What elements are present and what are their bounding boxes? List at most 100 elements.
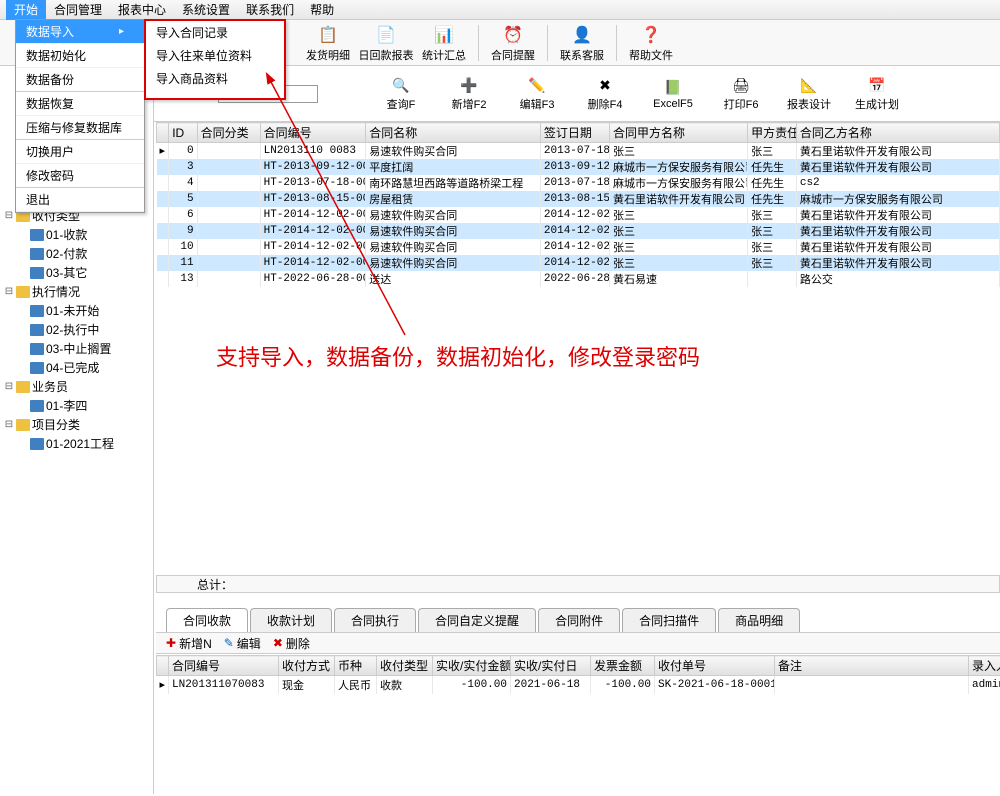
tree-item-4[interactable]: 03-其它 (2, 263, 151, 282)
toolbar-btn-1[interactable]: 📄日回款报表 (358, 22, 414, 64)
search-btn-2[interactable]: ✏️编辑F3 (506, 76, 568, 112)
detail-tab-1[interactable]: 收款计划 (250, 608, 332, 632)
dropdown-item-5[interactable]: 切换用户 (16, 140, 144, 164)
detail-toolbar: ✚新增N ✎编辑 ✖删除 (156, 632, 1000, 654)
dropdown-item-2[interactable]: 数据备份 (16, 68, 144, 92)
search-btn-icon: 📅 (867, 76, 887, 96)
detail-tab-3[interactable]: 合同自定义提醒 (418, 608, 536, 632)
tree-item-6[interactable]: 01-未开始 (2, 301, 151, 320)
detail-tab-4[interactable]: 合同附件 (538, 608, 620, 632)
toolbar-btn-4[interactable]: 👤联系客服 (554, 22, 610, 64)
grid-header[interactable]: 合同甲方名称 (609, 123, 747, 143)
grid-row[interactable]: ▸0LN2013110 0083易速软件购买合同2013-07-18张三张三黄石… (157, 143, 1000, 160)
grid-header[interactable]: 合同编号 (260, 123, 366, 143)
lgrid-header[interactable]: 发票金额 (591, 656, 655, 676)
lgrid-header[interactable]: 实收/实付金额 (433, 656, 511, 676)
toolbar-btn-0[interactable]: 📋发货明细 (300, 22, 356, 64)
search-btn-icon: ✖ (595, 76, 615, 96)
lgrid-header[interactable]: 合同编号 (169, 656, 279, 676)
payment-grid[interactable]: 合同编号收付方式币种收付类型实收/实付金额实收/实付日发票金额收付单号备注录入人… (156, 655, 1000, 694)
grid-header[interactable]: 合同名称 (366, 123, 541, 143)
detail-tb-btn-0[interactable]: ✚新增N (166, 635, 212, 652)
grid-row[interactable]: 6HT-2014-12-02-0001易速软件购买合同2014-12-02张三张… (157, 207, 1000, 223)
tree-item-13[interactable]: 01-2021工程 (2, 434, 151, 453)
toolbar-btn-5[interactable]: ❓帮助文件 (623, 22, 679, 64)
dropdown-item-3[interactable]: 数据恢复 (16, 92, 144, 116)
lgrid-header[interactable]: 收付类型 (377, 656, 433, 676)
dropdown-item-6[interactable]: 修改密码 (16, 164, 144, 188)
lgrid-header[interactable]: 录入人 (969, 656, 1000, 676)
menu-3[interactable]: 系统设置 (174, 0, 238, 20)
lgrid-header[interactable]: 备注 (775, 656, 969, 676)
detail-tabs: 合同收款收款计划合同执行合同自定义提醒合同附件合同扫描件商品明细 (156, 610, 1000, 632)
search-btn-5[interactable]: 🖨打印F6 (710, 76, 772, 112)
dropdown-item-0[interactable]: 数据导入 (16, 20, 144, 44)
detail-tab-0[interactable]: 合同收款 (166, 608, 248, 632)
grid-row[interactable]: 5HT-2013-08-15-0001房屋租赁2013-08-15黄石里诺软件开… (157, 191, 1000, 207)
grid-row[interactable]: 11HT-2014-12-02-0006易速软件购买合同2014-12-02张三… (157, 255, 1000, 271)
search-btn-4[interactable]: 📗ExcelF5 (642, 78, 704, 110)
menu-2[interactable]: 报表中心 (110, 0, 174, 20)
detail-tab-5[interactable]: 合同扫描件 (622, 608, 716, 632)
sub-dropdown-item-0[interactable]: 导入合同记录 (146, 21, 284, 44)
lgrid-header[interactable]: 收付单号 (655, 656, 775, 676)
tree-item-12[interactable]: ⊟项目分类 (2, 415, 151, 434)
sub-dropdown-item-1[interactable]: 导入往来单位资料 (146, 44, 284, 67)
toolbar-btn-3[interactable]: ⏰合同提醒 (485, 22, 541, 64)
toolbar-icon: 👤 (570, 23, 594, 47)
toolbar-icon: 📊 (432, 23, 456, 47)
grid-header[interactable]: 合同分类 (197, 123, 260, 143)
sub-dropdown-item-2[interactable]: 导入商品资料 (146, 67, 284, 90)
lgrid-header[interactable]: 币种 (335, 656, 377, 676)
search-btn-icon: ✏️ (527, 76, 547, 96)
contract-grid[interactable]: ID合同分类合同编号合同名称签订日期合同甲方名称甲方责任人合同乙方名称▸0LN2… (156, 122, 1000, 287)
tree-item-10[interactable]: ⊟业务员 (2, 377, 151, 396)
grid-row[interactable]: 3HT-2013-09-12-0001平度扛阔2013-09-12麻城市一方保安… (157, 159, 1000, 175)
grid-header[interactable]: 甲方责任人 (748, 123, 797, 143)
lgrid-header[interactable]: 收付方式 (279, 656, 335, 676)
search-btn-1[interactable]: ➕新增F2 (438, 76, 500, 112)
detail-tab-6[interactable]: 商品明细 (718, 608, 800, 632)
search-btn-7[interactable]: 📅生成计划 (846, 76, 908, 112)
detail-tab-2[interactable]: 合同执行 (334, 608, 416, 632)
tree-item-8[interactable]: 03-中止搁置 (2, 339, 151, 358)
tree-item-9[interactable]: 04-已完成 (2, 358, 151, 377)
dropdown-item-4[interactable]: 压缩与修复数据库 (16, 116, 144, 140)
grid-header[interactable]: 签订日期 (540, 123, 609, 143)
menu-5[interactable]: 帮助 (302, 0, 342, 20)
grid-header[interactable]: ID (169, 123, 197, 143)
grid-row[interactable]: 9HT-2014-12-02-0004易速软件购买合同2014-12-02张三张… (157, 223, 1000, 239)
dropdown-item-7[interactable]: 退出 (16, 188, 144, 212)
main-grid-area: ID合同分类合同编号合同名称签订日期合同甲方名称甲方责任人合同乙方名称▸0LN2… (156, 122, 1000, 572)
start-dropdown: 数据导入数据初始化数据备份数据恢复压缩与修复数据库切换用户修改密码退出 (15, 19, 145, 213)
dropdown-item-1[interactable]: 数据初始化 (16, 44, 144, 68)
toolbar-btn-2[interactable]: 📊统计汇总 (416, 22, 472, 64)
search-btn-icon: 📐 (799, 76, 819, 96)
tree-item-3[interactable]: 02-付款 (2, 244, 151, 263)
tree-item-11[interactable]: 01-李四 (2, 396, 151, 415)
grid-row[interactable]: 13HT-2022-06-28-0001送达2022-06-28黄石易速路公交 (157, 271, 1000, 287)
grid-row[interactable]: 4HT-2013-07-18-0001南环路慧坦西路等道路桥梁工程2013-07… (157, 175, 1000, 191)
toolbar-icon: ❓ (639, 23, 663, 47)
tree-item-7[interactable]: 02-执行中 (2, 320, 151, 339)
lgrid-header[interactable]: 实收/实付日 (511, 656, 591, 676)
payment-grid-area: 合同编号收付方式币种收付类型实收/实付金额实收/实付日发票金额收付单号备注录入人… (156, 655, 1000, 694)
btn-icon: ✎ (224, 636, 234, 650)
menu-0[interactable]: 开始 (6, 0, 46, 20)
grid-header[interactable]: 合同乙方名称 (796, 123, 999, 143)
lgrid-row[interactable]: ▸LN201311070083现金人民币收款-100.002021-06-18-… (157, 676, 1000, 695)
search-btn-icon: 📗 (663, 78, 683, 98)
search-btn-0[interactable]: 🔍查询F (370, 76, 432, 112)
search-btn-6[interactable]: 📐报表设计 (778, 76, 840, 112)
tree-item-5[interactable]: ⊟执行情况 (2, 282, 151, 301)
btn-icon: ✚ (166, 636, 176, 650)
menu-4[interactable]: 联系我们 (238, 0, 302, 20)
detail-tb-btn-1[interactable]: ✎编辑 (224, 635, 261, 652)
btn-icon: ✖ (273, 636, 283, 650)
grid-row[interactable]: 10HT-2014-12-02-0005易速软件购买合同2014-12-02张三… (157, 239, 1000, 255)
menu-1[interactable]: 合同管理 (46, 0, 110, 20)
search-btn-icon: ➕ (459, 76, 479, 96)
tree-item-2[interactable]: 01-收款 (2, 225, 151, 244)
detail-tb-btn-2[interactable]: ✖删除 (273, 635, 310, 652)
search-btn-3[interactable]: ✖删除F4 (574, 76, 636, 112)
